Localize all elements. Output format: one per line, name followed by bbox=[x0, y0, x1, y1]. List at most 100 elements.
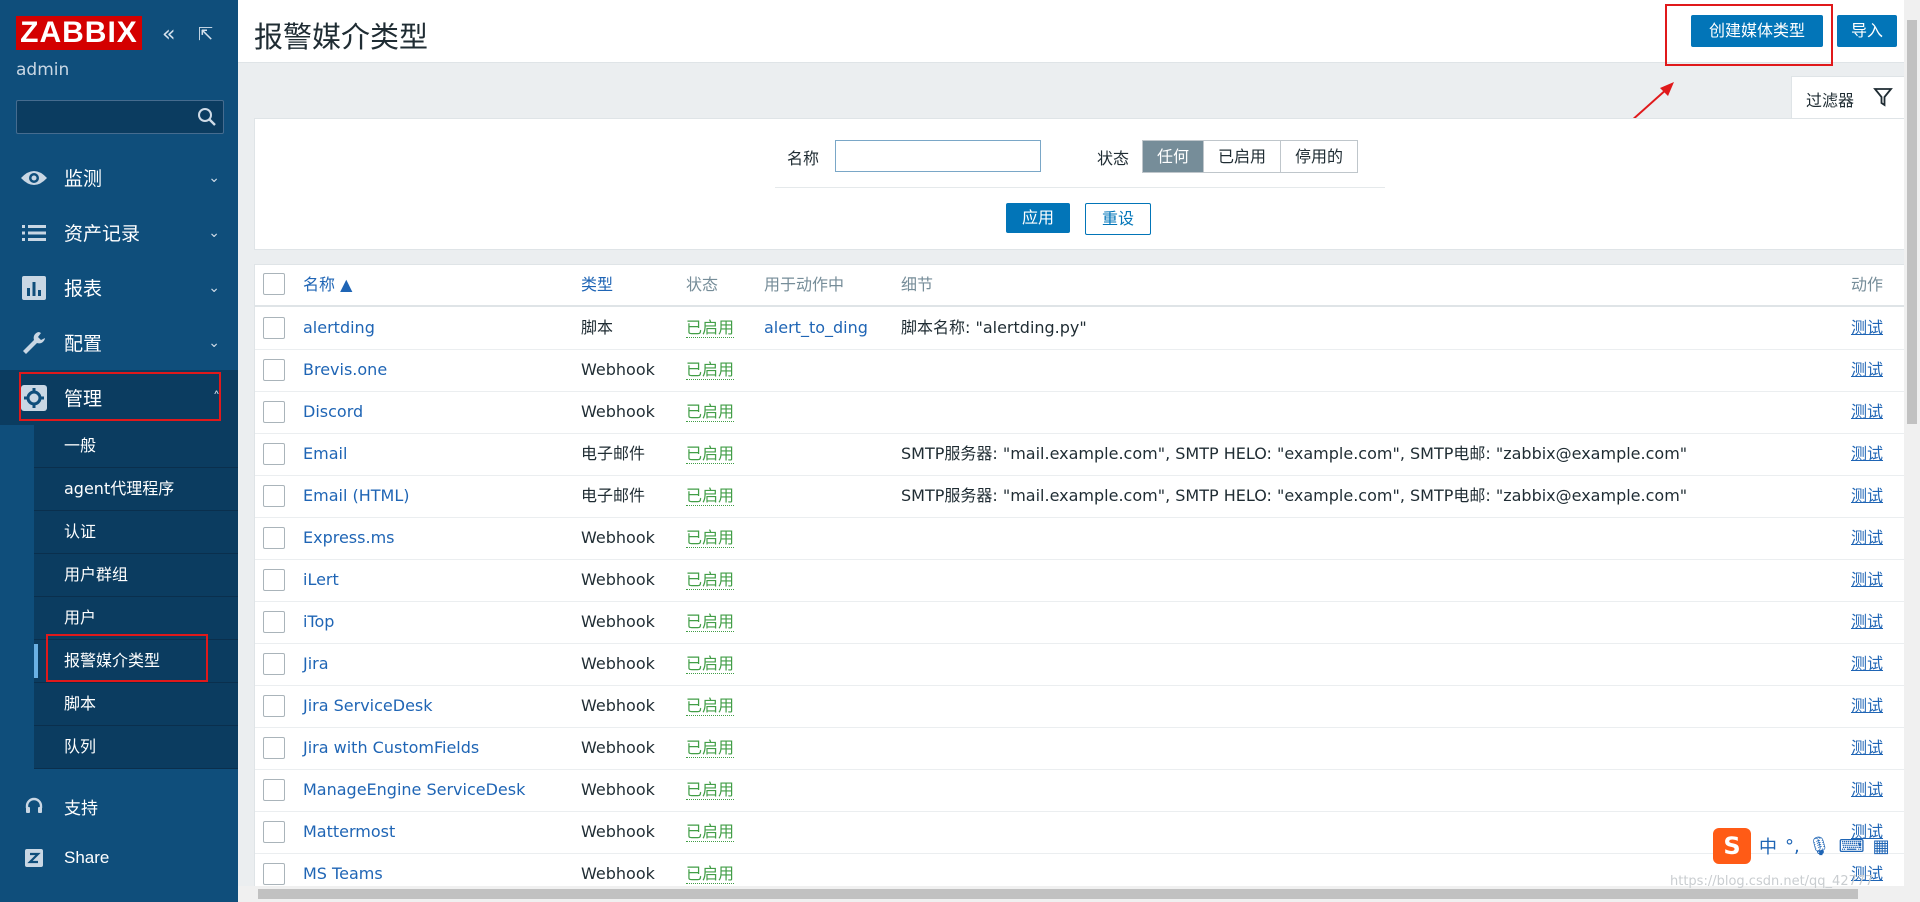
apps-grid-icon[interactable]: ▦ bbox=[1873, 836, 1890, 857]
test-link[interactable]: 测试 bbox=[1851, 517, 1883, 559]
status-enabled-link[interactable]: 已启用 bbox=[686, 780, 735, 800]
row-checkbox[interactable] bbox=[263, 611, 285, 633]
keyboard-icon[interactable]: ⌨ bbox=[1839, 836, 1865, 857]
media-type-name-link[interactable]: Brevis.one bbox=[303, 349, 387, 391]
row-checkbox[interactable] bbox=[263, 443, 285, 465]
status-enabled-link[interactable]: 已启用 bbox=[686, 570, 735, 590]
submenu-item-general[interactable]: 一般 bbox=[34, 425, 238, 468]
test-link[interactable]: 测试 bbox=[1851, 307, 1883, 349]
column-header-action: 动作 bbox=[1851, 275, 1884, 294]
horizontal-scroll-thumb[interactable] bbox=[258, 889, 1858, 899]
status-enabled-link[interactable]: 已启用 bbox=[686, 864, 735, 884]
zabbix-logo[interactable]: ZABBIX bbox=[16, 16, 142, 50]
media-type-name-link[interactable]: Jira bbox=[303, 643, 329, 685]
row-checkbox[interactable] bbox=[263, 863, 285, 885]
status-option-any[interactable]: 任何 bbox=[1143, 141, 1205, 172]
test-link[interactable]: 测试 bbox=[1851, 559, 1883, 601]
status-enabled-link[interactable]: 已启用 bbox=[686, 654, 735, 674]
search-icon[interactable] bbox=[197, 107, 217, 127]
row-checkbox[interactable] bbox=[263, 401, 285, 423]
status-enabled-link[interactable]: 已启用 bbox=[686, 360, 735, 380]
status-enabled-link[interactable]: 已启用 bbox=[686, 822, 735, 842]
table-row: iTop Webhook 已启用 测试 bbox=[255, 601, 1905, 644]
nav-item-configuration[interactable]: 配置 ⌄ bbox=[0, 315, 238, 370]
media-type-name-link[interactable]: alertding bbox=[303, 307, 375, 349]
horizontal-scrollbar[interactable] bbox=[238, 886, 1904, 902]
media-type-name-link[interactable]: Jira with CustomFields bbox=[303, 727, 479, 769]
submenu-item-authentication[interactable]: 认证 bbox=[34, 511, 238, 554]
row-checkbox[interactable] bbox=[263, 779, 285, 801]
submenu-item-scripts[interactable]: 脚本 bbox=[34, 683, 238, 726]
filter-name-input[interactable] bbox=[835, 140, 1041, 172]
select-all-checkbox[interactable] bbox=[263, 273, 285, 295]
media-type-name-link[interactable]: Express.ms bbox=[303, 517, 394, 559]
status-enabled-link[interactable]: 已启用 bbox=[686, 318, 735, 338]
vertical-scrollbar[interactable] bbox=[1904, 0, 1920, 902]
test-link[interactable]: 测试 bbox=[1851, 391, 1883, 433]
media-type-name-link[interactable]: Email (HTML) bbox=[303, 475, 409, 517]
watermark-text: https://blog.csdn.net/qq_42777 bbox=[1670, 874, 1874, 889]
row-checkbox[interactable] bbox=[263, 737, 285, 759]
test-link[interactable]: 测试 bbox=[1851, 769, 1883, 811]
vertical-scroll-thumb[interactable] bbox=[1907, 20, 1917, 424]
reset-button[interactable]: 重设 bbox=[1085, 203, 1151, 235]
submenu-item-proxies[interactable]: agent代理程序 bbox=[34, 468, 238, 511]
row-checkbox[interactable] bbox=[263, 359, 285, 381]
apply-button[interactable]: 应用 bbox=[1006, 203, 1070, 233]
row-checkbox[interactable] bbox=[263, 653, 285, 675]
test-link[interactable]: 测试 bbox=[1851, 349, 1883, 391]
column-header-details: 细节 bbox=[901, 275, 934, 294]
test-link[interactable]: 测试 bbox=[1851, 643, 1883, 685]
nav-item-inventory[interactable]: 资产记录 ⌄ bbox=[0, 205, 238, 260]
ime-mode[interactable]: 中 bbox=[1759, 833, 1777, 859]
status-option-disabled[interactable]: 停用的 bbox=[1281, 141, 1357, 172]
import-button[interactable]: 导入 bbox=[1837, 15, 1897, 47]
media-type-name-link[interactable]: Mattermost bbox=[303, 811, 395, 853]
wrench-icon bbox=[20, 329, 48, 357]
used-in-action-link[interactable]: alert_to_ding bbox=[764, 307, 868, 349]
row-checkbox[interactable] bbox=[263, 569, 285, 591]
status-enabled-link[interactable]: 已启用 bbox=[686, 612, 735, 632]
status-enabled-link[interactable]: 已启用 bbox=[686, 486, 735, 506]
test-link[interactable]: 测试 bbox=[1851, 601, 1883, 643]
submenu-item-queue[interactable]: 队列 bbox=[34, 726, 238, 769]
media-type-name-link[interactable]: iTop bbox=[303, 601, 334, 643]
headset-icon bbox=[20, 792, 48, 820]
kiosk-mode-icon[interactable]: ⇱ bbox=[198, 24, 213, 45]
submenu-item-user-groups[interactable]: 用户群组 bbox=[34, 554, 238, 597]
status-enabled-link[interactable]: 已启用 bbox=[686, 402, 735, 422]
media-type-name-link[interactable]: Email bbox=[303, 433, 347, 475]
nav-item-share[interactable]: Share bbox=[0, 832, 238, 884]
ime-punct[interactable]: °, bbox=[1785, 836, 1800, 857]
ime-toolbar[interactable]: S 中 °, 🎙 ⌨ ▦ bbox=[1713, 828, 1890, 864]
test-link[interactable]: 测试 bbox=[1851, 475, 1883, 517]
media-type-name-link[interactable]: Jira ServiceDesk bbox=[303, 685, 433, 727]
collapse-sidebar-icon[interactable]: « bbox=[162, 22, 175, 47]
nav-item-support[interactable]: 支持 bbox=[0, 780, 238, 832]
test-link[interactable]: 测试 bbox=[1851, 433, 1883, 475]
status-enabled-link[interactable]: 已启用 bbox=[686, 738, 735, 758]
media-type-name-link[interactable]: iLert bbox=[303, 559, 339, 601]
nav-item-reports[interactable]: 报表 ⌄ bbox=[0, 260, 238, 315]
table-row: Discord Webhook 已启用 测试 bbox=[255, 391, 1905, 434]
sidebar-search-input[interactable] bbox=[16, 100, 224, 134]
test-link[interactable]: 测试 bbox=[1851, 685, 1883, 727]
row-checkbox[interactable] bbox=[263, 695, 285, 717]
media-type-name-link[interactable]: ManageEngine ServiceDesk bbox=[303, 769, 525, 811]
row-checkbox[interactable] bbox=[263, 485, 285, 507]
row-checkbox[interactable] bbox=[263, 821, 285, 843]
media-type-name-link[interactable]: Discord bbox=[303, 391, 363, 433]
status-enabled-link[interactable]: 已启用 bbox=[686, 444, 735, 464]
row-checkbox[interactable] bbox=[263, 527, 285, 549]
status-option-enabled[interactable]: 已启用 bbox=[1204, 141, 1282, 172]
nav-item-monitoring[interactable]: 监测 ⌄ bbox=[0, 150, 238, 205]
row-checkbox[interactable] bbox=[263, 317, 285, 339]
status-enabled-link[interactable]: 已启用 bbox=[686, 528, 735, 548]
column-header-type[interactable]: 类型 bbox=[581, 265, 613, 305]
filter-tab[interactable]: 过滤器 bbox=[1791, 76, 1906, 119]
column-header-name[interactable]: 名称 ▲ bbox=[303, 265, 352, 305]
page-title: 报警媒介类型 bbox=[254, 20, 429, 54]
test-link[interactable]: 测试 bbox=[1851, 727, 1883, 769]
microphone-icon[interactable]: 🎙 bbox=[1808, 836, 1831, 857]
status-enabled-link[interactable]: 已启用 bbox=[686, 696, 735, 716]
